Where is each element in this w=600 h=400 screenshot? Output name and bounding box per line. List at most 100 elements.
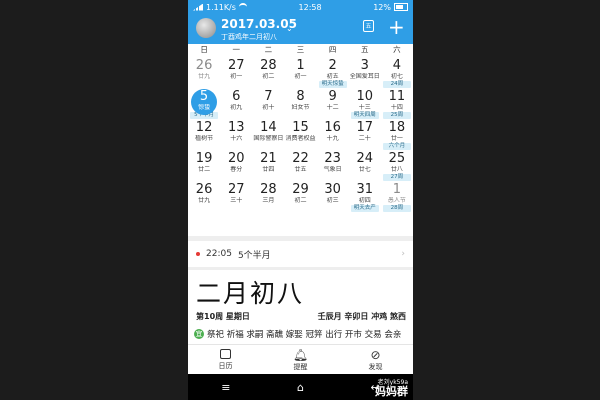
day-lunar: 初七 bbox=[390, 73, 403, 80]
day-cell[interactable]: 14 国际警察日 bbox=[252, 119, 284, 150]
day-lunar: 初一 bbox=[294, 73, 307, 80]
day-cell[interactable]: 21 廿四 bbox=[252, 150, 284, 181]
lunar-year: 丁酉鸡年二月初八 bbox=[221, 33, 277, 41]
day-cell[interactable]: 6 初九 bbox=[220, 88, 252, 119]
day-cell[interactable]: 29 初二 bbox=[284, 181, 316, 212]
day-cell-today[interactable]: 5 惊蛰 5个半月 bbox=[188, 88, 220, 119]
day-cell[interactable]: 15 消费者权益 bbox=[284, 119, 316, 150]
day-number: 14 bbox=[260, 120, 277, 135]
day-lunar: 廿七 bbox=[358, 166, 371, 173]
day-lunar: 廿二 bbox=[198, 166, 211, 173]
day-cell[interactable]: 30 初三 bbox=[317, 181, 349, 212]
signal-icon bbox=[193, 3, 203, 11]
day-cell[interactable]: 25 廿八 27周 bbox=[381, 150, 413, 181]
day-cell[interactable]: 20 春分 bbox=[220, 150, 252, 181]
day-number: 29 bbox=[292, 182, 309, 197]
tab-reminder[interactable]: 🔔︎ 提醒 bbox=[263, 345, 338, 375]
day-cell[interactable]: 13 十六 bbox=[220, 119, 252, 150]
day-number: 26 bbox=[195, 182, 213, 197]
day-cell[interactable]: 4 初七 24周 bbox=[381, 57, 413, 88]
day-cell[interactable]: 16 十九 bbox=[317, 119, 349, 150]
phone-screen: 1.11K/s 12:58 12% 2017.03.05 丁酉鸡年二月初八 ⌄ … bbox=[188, 0, 413, 400]
day-cell[interactable]: 31 初四 明天去产 bbox=[349, 181, 381, 212]
calendar-grid: 26 廿九 27 初一 28 初二 1 初一 2 初五 明天惊蛰 3 全国爱耳日 4 初七 24周 5 惊蛰 5个半… bbox=[188, 57, 413, 233]
day-lunar: 春分 bbox=[230, 166, 243, 173]
tab-label: 发现 bbox=[368, 363, 383, 371]
weekday-label: 一 bbox=[232, 45, 240, 54]
day-lunar: 十六 bbox=[230, 135, 243, 142]
day-cell[interactable]: 9 十二 bbox=[317, 88, 349, 119]
watermark: 老刘yk59a 妈妈群 bbox=[375, 379, 408, 398]
day-number: 31 bbox=[356, 182, 374, 197]
day-tag: 六个月 bbox=[382, 143, 411, 150]
day-cell[interactable]: 2 初五 明天惊蛰 bbox=[317, 57, 349, 88]
day-number: 7 bbox=[264, 89, 273, 104]
yi-row[interactable]: 宜 祭祀 祈福 求嗣 斋醮 嫁娶 冠笄 出行 开市 交易 会亲 bbox=[194, 328, 409, 340]
day-cell[interactable]: 18 廿一 六个月 bbox=[381, 119, 413, 150]
app-header: 2017.03.05 丁酉鸡年二月初八 ⌄ 五 + bbox=[188, 14, 413, 44]
day-cell[interactable]: 11 十四 25周 bbox=[381, 88, 413, 119]
status-bar: 1.11K/s 12:58 12% bbox=[188, 0, 413, 14]
day-lunar: 初一 bbox=[230, 73, 243, 80]
day-cell[interactable]: 17 二十 bbox=[349, 119, 381, 150]
day-tag: 明天去产 bbox=[350, 205, 379, 212]
day-cell[interactable]: 10 十三 明天四周 bbox=[349, 88, 381, 119]
day-number: 6 bbox=[232, 89, 241, 104]
day-number: 12 bbox=[195, 120, 213, 135]
tab-label: 日历 bbox=[218, 362, 233, 370]
menu-icon[interactable]: ≡ bbox=[221, 381, 230, 394]
almanac-info: 第10周 星期日 壬辰月 辛卯日 冲鸡 煞西 bbox=[196, 311, 406, 322]
day-cell[interactable]: 12 植树节 bbox=[188, 119, 220, 150]
day-tag: 24周 bbox=[382, 81, 411, 88]
day-cell[interactable]: 28 三月 bbox=[252, 181, 284, 212]
today-icon[interactable]: 五 bbox=[363, 20, 374, 32]
day-number: 30 bbox=[324, 182, 341, 197]
home-icon[interactable]: ⌂ bbox=[297, 381, 304, 394]
day-cell[interactable]: 27 三十 bbox=[220, 181, 252, 212]
tab-discover[interactable]: ⊘ 发现 bbox=[338, 345, 413, 375]
day-cell[interactable]: 27 初一 bbox=[220, 57, 252, 88]
network-speed: 1.11K/s bbox=[206, 2, 236, 12]
avatar[interactable] bbox=[196, 18, 216, 38]
day-number: 15 bbox=[292, 120, 309, 135]
day-cell[interactable]: 1 初一 bbox=[284, 57, 316, 88]
day-number: 23 bbox=[324, 151, 341, 166]
day-cell[interactable]: 7 初十 bbox=[252, 88, 284, 119]
battery-icon bbox=[393, 3, 408, 11]
ganzhi-info: 壬辰月 辛卯日 冲鸡 煞西 bbox=[317, 312, 406, 321]
day-number: 22 bbox=[292, 151, 309, 166]
day-number: 1 bbox=[296, 58, 305, 73]
add-icon[interactable]: + bbox=[388, 15, 405, 39]
day-tag: 25周 bbox=[382, 112, 411, 119]
day-number: 17 bbox=[356, 120, 374, 135]
day-lunar: 十四 bbox=[390, 104, 403, 111]
day-lunar: 廿八 bbox=[390, 166, 403, 173]
day-number: 24 bbox=[356, 151, 374, 166]
day-cell[interactable]: 22 廿五 bbox=[284, 150, 316, 181]
day-number: 28 bbox=[260, 58, 277, 73]
day-cell[interactable]: 3 全国爱耳日 bbox=[349, 57, 381, 88]
day-number: 13 bbox=[227, 120, 245, 135]
day-lunar: 初二 bbox=[294, 197, 307, 204]
reminder-text: 5个半月 bbox=[237, 250, 271, 261]
tab-calendar[interactable]: 日历 bbox=[188, 345, 263, 375]
day-cell[interactable]: 19 廿二 bbox=[188, 150, 220, 181]
day-cell[interactable]: 26 廿九 bbox=[188, 57, 220, 88]
day-cell[interactable]: 26 廿九 bbox=[188, 181, 220, 212]
day-cell[interactable]: 28 初二 bbox=[252, 57, 284, 88]
reminder-item[interactable]: 22:05 5个半月 › bbox=[188, 242, 413, 266]
day-lunar: 二十 bbox=[358, 135, 371, 142]
day-number: 11 bbox=[388, 89, 406, 104]
day-cell[interactable]: 23 气象日 bbox=[317, 150, 349, 181]
yi-badge: 宜 bbox=[194, 329, 204, 339]
day-cell[interactable]: 8 妇女节 bbox=[284, 88, 316, 119]
day-cell[interactable]: 1 愚人节 28周 bbox=[381, 181, 413, 212]
day-cell[interactable]: 24 廿七 bbox=[349, 150, 381, 181]
day-lunar: 初四 bbox=[358, 197, 371, 204]
day-lunar: 三十 bbox=[230, 197, 243, 204]
day-number: 1 bbox=[392, 182, 402, 197]
day-lunar: 初五 bbox=[326, 73, 339, 80]
day-number: 27 bbox=[227, 58, 245, 73]
chevron-down-icon[interactable]: ⌄ bbox=[286, 24, 293, 33]
reminder-time: 22:05 bbox=[206, 249, 232, 259]
